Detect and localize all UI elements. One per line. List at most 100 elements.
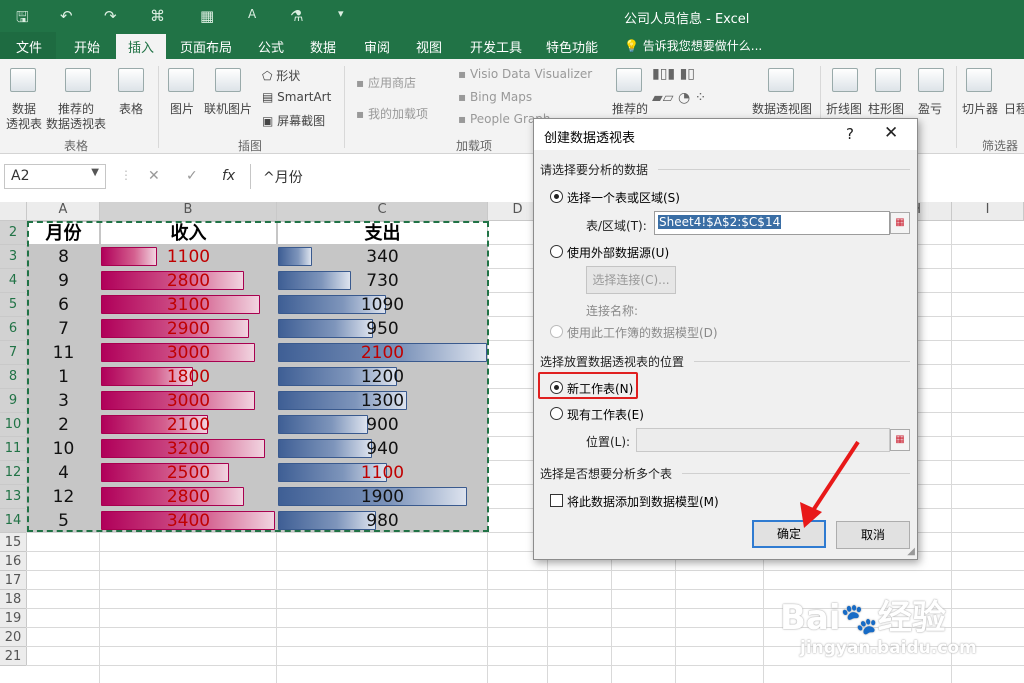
row-header[interactable]: 11 [0,437,27,461]
row-header[interactable]: 15 [0,533,27,552]
close-icon[interactable]: ✕ [884,123,898,143]
line-sparkline-icon[interactable] [832,68,858,92]
row-header[interactable]: 14 [0,509,27,533]
tab-review[interactable]: 审阅 [364,37,390,56]
recommended-pivot-label2[interactable]: 数据透视表 [46,115,106,132]
redo-icon[interactable]: ↷ [104,7,117,25]
tab-view[interactable]: 视图 [416,37,442,56]
pivot-chart-button[interactable]: 数据透视图 [752,100,812,117]
row-header[interactable]: 4 [0,269,27,293]
tab-developer[interactable]: 开发工具 [470,37,522,56]
insert-function-icon[interactable]: fx [222,168,235,184]
picture-button[interactable]: 图片 [170,100,194,117]
tab-file[interactable]: 文件 [0,32,56,59]
help-icon[interactable]: ? [846,125,854,143]
radio-existing-worksheet[interactable] [550,407,563,420]
radio-data-model[interactable] [550,325,563,338]
row-header[interactable]: 16 [0,552,27,571]
shapes-button[interactable]: ⬠ 形状 [262,67,300,84]
chart-types-icon-2[interactable]: ▰▱ ◔ ⁘ [652,90,706,106]
tab-home[interactable]: 开始 [74,37,100,56]
data-model-label[interactable]: 使用此工作簿的数据模型(D) [567,324,718,341]
smartart-button[interactable]: ▤ SmartArt [262,90,331,104]
column-sparkline-button[interactable]: 柱形图 [868,100,904,117]
range-picker-icon[interactable]: ▦ [890,212,910,234]
timeline-button[interactable]: 日程 [1004,100,1024,117]
picture-icon[interactable] [168,68,194,92]
winloss-sparkline-icon[interactable] [918,68,944,92]
row-header[interactable]: 21 [0,647,27,666]
touch-mode-icon[interactable]: ⌘ [150,7,165,25]
my-addins-button[interactable]: ▪ 我的加载项 [356,105,428,122]
visio-button[interactable]: ▪ Visio Data Visualizer [458,67,592,81]
external-source-label[interactable]: 使用外部数据源(U) [567,244,669,261]
pivot-chart-icon[interactable] [768,68,794,92]
tab-special[interactable]: 特色功能 [546,37,598,56]
grid-row-line [26,570,1024,571]
tab-formulas[interactable]: 公式 [258,37,284,56]
table-button[interactable]: 表格 [119,100,143,117]
row-header[interactable]: 18 [0,590,27,609]
font-icon[interactable]: A [248,7,256,21]
tab-insert[interactable]: 插入 [116,34,167,59]
online-picture-icon[interactable] [215,68,241,92]
column-sparkline-icon[interactable] [875,68,901,92]
row-header[interactable]: 10 [0,413,27,437]
online-picture-button[interactable]: 联机图片 [204,100,252,117]
screenshot-button[interactable]: ▣ 屏幕截图 [262,112,325,129]
pivot-table-label2[interactable]: 透视表 [6,115,42,132]
tell-me-box[interactable]: 💡 告诉我您想要做什么... [624,37,762,54]
name-box[interactable]: A2 ▼ [4,164,106,189]
row-header[interactable]: 7 [0,341,27,365]
enter-icon[interactable]: ✓ [186,168,198,184]
radio-select-range[interactable] [550,190,563,203]
range-input[interactable]: Sheet4!$A$2:$C$14 [654,211,890,235]
form-icon[interactable]: ▦ [200,7,214,25]
existing-worksheet-label[interactable]: 现有工作表(E) [567,406,644,423]
row-header[interactable]: 2 [0,221,27,245]
bing-icon: ▪ [458,90,467,104]
pivot-table-icon[interactable] [10,68,36,92]
customize-toolbar-icon[interactable]: ▾ [338,7,344,20]
bing-maps-button[interactable]: ▪ Bing Maps [458,90,532,104]
line-sparkline-button[interactable]: 折线图 [826,100,862,117]
row-header[interactable]: 8 [0,365,27,389]
undo-icon[interactable]: ↶ [60,7,73,25]
row-header[interactable]: 3 [0,245,27,269]
row-header[interactable]: 13 [0,485,27,509]
save-icon[interactable]: 🖫 [16,7,29,32]
recommended-pivot-icon[interactable] [65,68,91,92]
resize-grip-icon[interactable]: ◢ [907,546,915,557]
add-data-model-label[interactable]: 将此数据添加到数据模型(M) [567,493,719,510]
store-button[interactable]: ▪ 应用商店 [356,74,416,91]
tab-data[interactable]: 数据 [310,37,336,56]
screenshot-icon: ▣ [262,114,274,128]
add-data-model-checkbox[interactable] [550,494,563,507]
row-header[interactable]: 6 [0,317,27,341]
table-icon[interactable] [118,68,144,92]
slicer-icon[interactable] [966,68,992,92]
select-range-label[interactable]: 选择一个表或区域(S) [567,189,680,206]
chart-types-icon[interactable]: ▮▯▮ ▮▯ [652,66,695,82]
winloss-sparkline-button[interactable]: 盈亏 [918,100,942,117]
tab-page-layout[interactable]: 页面布局 [180,37,232,56]
slicer-button[interactable]: 切片器 [962,100,998,117]
row-header[interactable]: 5 [0,293,27,317]
row-header[interactable]: 19 [0,609,27,628]
row-header[interactable]: 9 [0,389,27,413]
column-header[interactable]: B [100,202,277,221]
column-header[interactable]: I [952,202,1024,221]
row-header[interactable]: 17 [0,571,27,590]
column-header[interactable]: A [27,202,100,221]
row-header[interactable]: 20 [0,628,27,647]
choose-connection-button[interactable]: 选择连接(C)... [586,266,676,294]
radio-external-source[interactable] [550,245,563,258]
column-header[interactable]: C [277,202,488,221]
recommended-charts-icon[interactable] [616,68,642,92]
chevron-down-icon[interactable]: ▼ [91,167,99,178]
row-header[interactable]: 12 [0,461,27,485]
paint-icon[interactable]: ⚗ [290,7,303,25]
select-all-corner[interactable] [0,202,27,221]
location-picker-icon[interactable]: ▦ [890,429,910,451]
cancel-icon[interactable]: ✕ [148,168,160,184]
